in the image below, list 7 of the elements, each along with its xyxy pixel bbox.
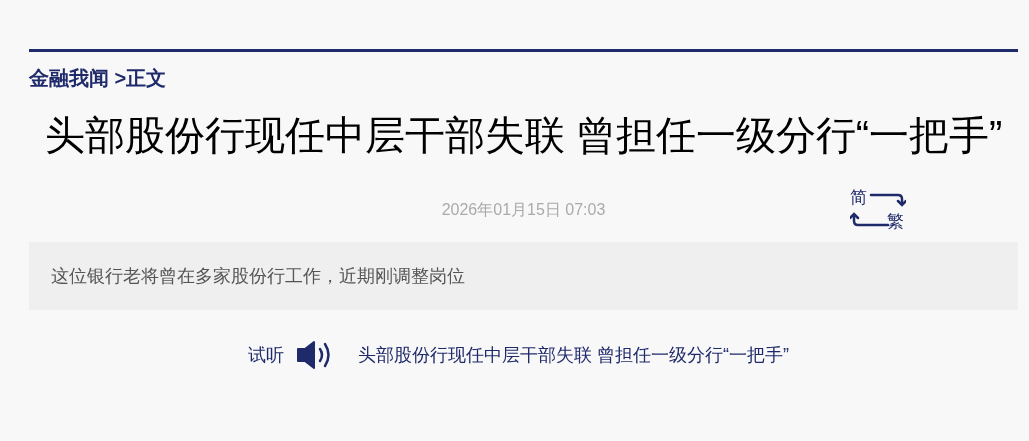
audio-title: 头部股份行现任中层干部失联 曾担任一级分行“一把手” <box>358 343 789 367</box>
listen-label[interactable]: 试听 <box>248 341 284 369</box>
script-toggle[interactable]: 简 繁 <box>850 190 906 230</box>
publish-date: 2026年01月15日 07:03 <box>441 200 606 220</box>
article-title: 头部股份行现任中层干部失联 曾担任一级分行“一把手” <box>43 112 1004 159</box>
breadcrumb[interactable]: 金融我闻 >正文 <box>29 64 1018 92</box>
summary-text: 这位银行老将曾在多家股份行工作，近期刚调整岗位 <box>51 264 465 288</box>
